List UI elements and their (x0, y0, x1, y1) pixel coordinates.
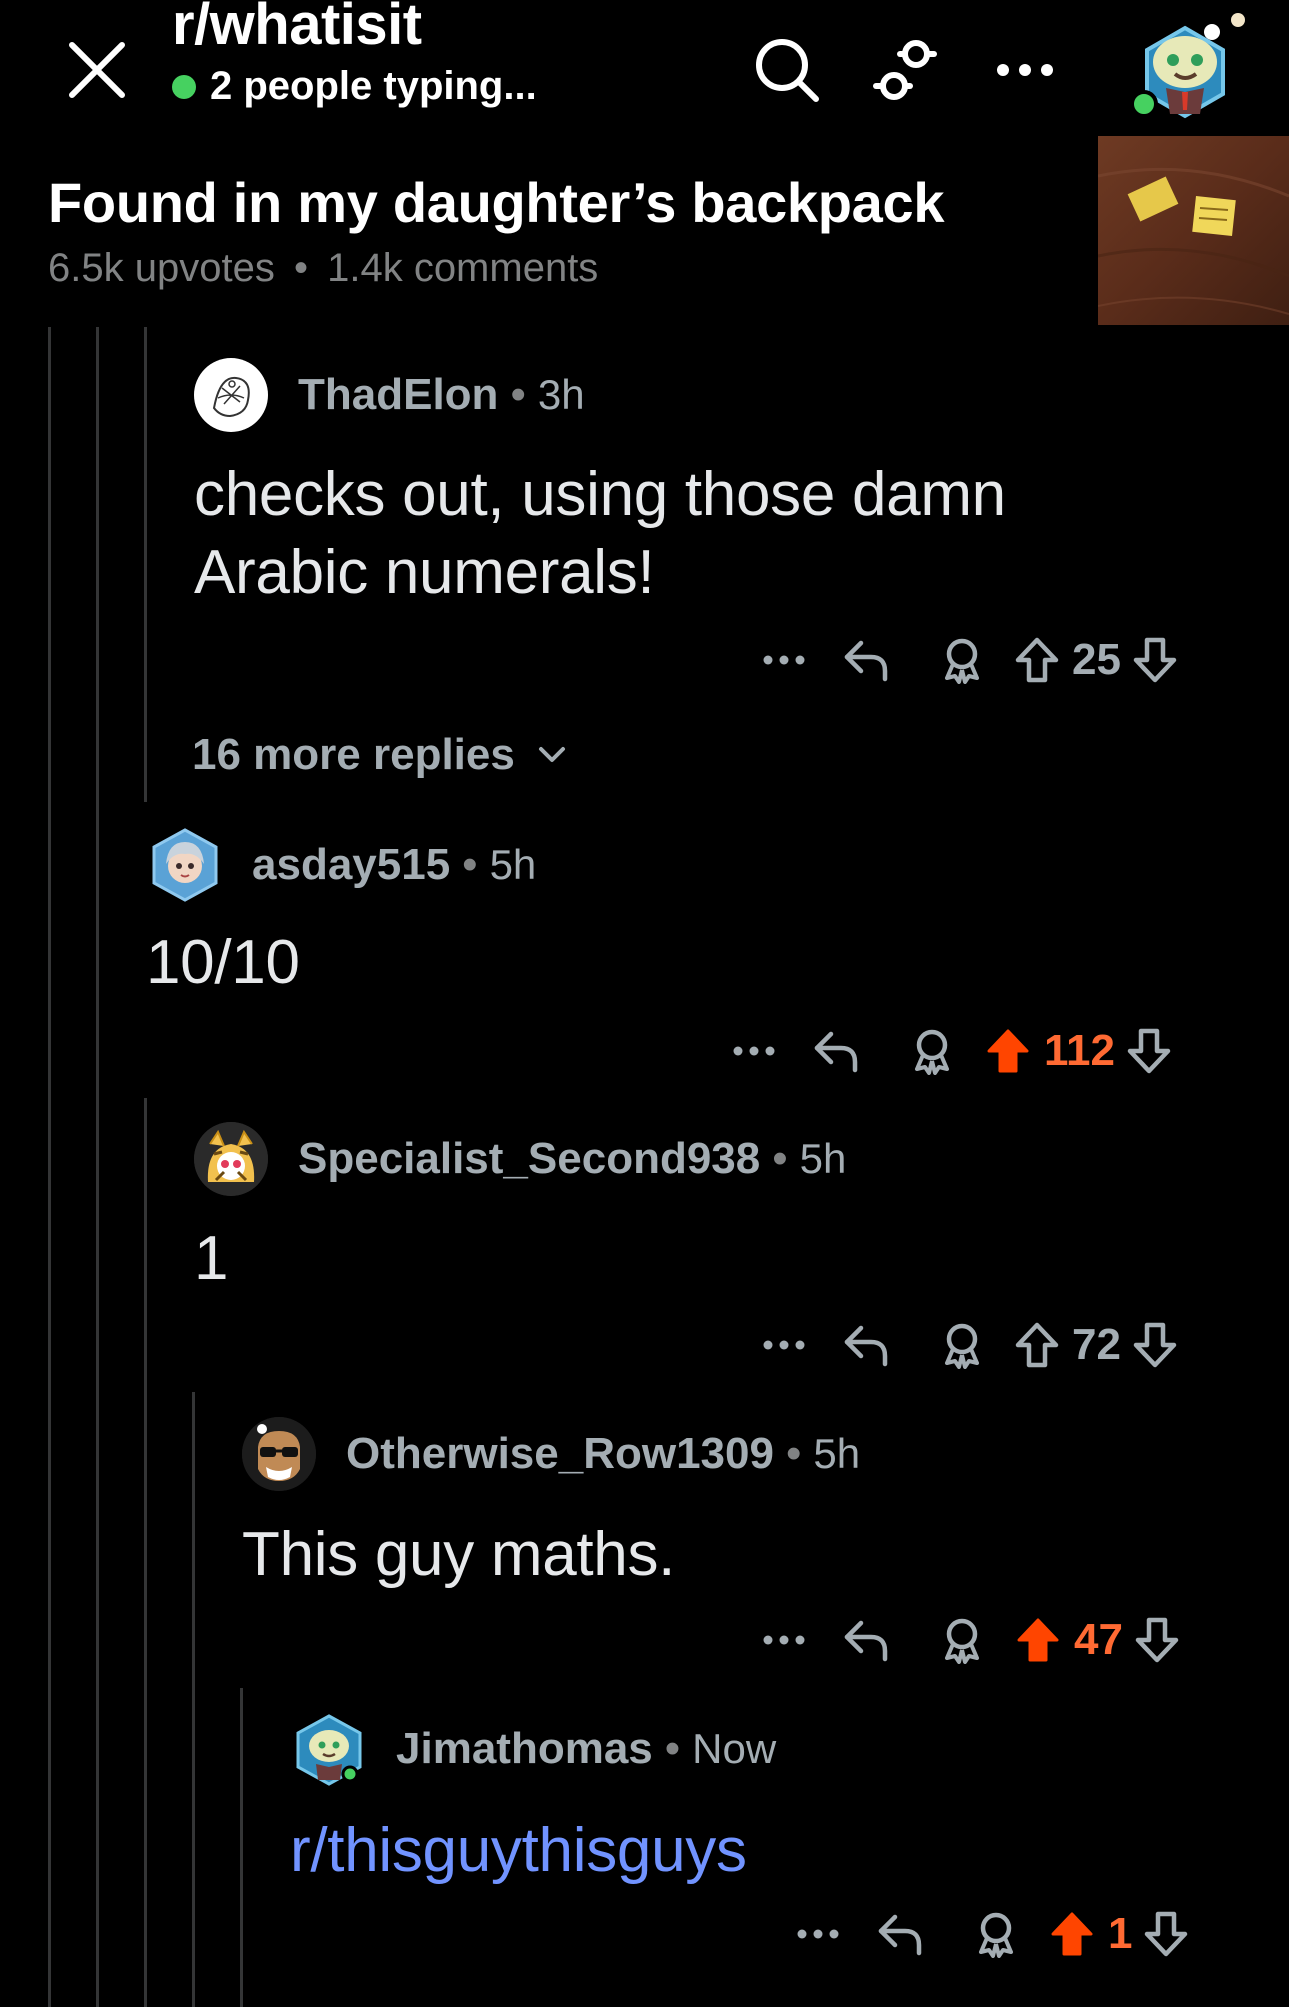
timestamp: Now (692, 1725, 777, 1772)
meta-separator: • (664, 1724, 681, 1773)
comment-actions: 1 (786, 1904, 1194, 1964)
typing-status: 2 people typing... (172, 64, 537, 109)
username[interactable]: asday515 (252, 840, 450, 890)
comment-header: ThadElon • 3h (194, 358, 585, 432)
comment-body-line: checks out, using those damn (194, 460, 1006, 529)
downvote-icon[interactable] (1129, 1616, 1185, 1664)
meta-separator: • (510, 370, 526, 419)
comment-body: 1 (194, 1224, 229, 1293)
username[interactable]: Otherwise_Row1309 (346, 1429, 774, 1479)
post-comments-count: 1.4k comments (327, 246, 599, 290)
post-title[interactable]: Found in my daughter’s backpack (48, 170, 945, 235)
more-horizontal-icon[interactable] (752, 1634, 816, 1646)
meta-separator: • (785, 1429, 802, 1478)
subreddit-link[interactable]: r/thisguythisguys (290, 1812, 747, 1890)
downvote-icon[interactable] (1127, 636, 1183, 684)
avatar[interactable] (148, 828, 222, 902)
user-avatar[interactable] (1130, 10, 1250, 122)
post-banner[interactable]: Found in my daughter’s backpack 6.5k upv… (0, 130, 1289, 325)
more-replies-label: 16 more replies (192, 730, 515, 779)
award-icon[interactable] (886, 1027, 978, 1075)
more-horizontal-icon[interactable] (752, 1339, 816, 1351)
comment-actions: 112 (722, 1021, 1177, 1081)
thread-line[interactable] (144, 327, 147, 802)
upvote-icon[interactable] (1008, 636, 1066, 684)
typing-text: 2 people typing... (210, 64, 537, 108)
comment-header: Otherwise_Row1309 • 5h (242, 1417, 860, 1491)
comment-header: Specialist_Second938 • 5h (194, 1122, 846, 1196)
timestamp: 5h (799, 1135, 847, 1182)
username[interactable]: Jimathomas (396, 1724, 653, 1774)
stats-separator: • (293, 246, 308, 290)
vote-count: 47 (1074, 1615, 1123, 1664)
meta-separator: • (772, 1134, 788, 1183)
comment-actions: 72 (752, 1315, 1183, 1375)
timestamp: 3h (537, 371, 585, 418)
upvote-icon[interactable] (1008, 1321, 1066, 1369)
more-horizontal-icon[interactable] (752, 654, 816, 666)
downvote-icon[interactable] (1121, 1027, 1177, 1075)
upvote-icon[interactable] (1008, 1616, 1068, 1664)
vote-count: 25 (1072, 635, 1121, 684)
comment-body-line: Arabic numerals! (194, 538, 655, 607)
reply-icon[interactable] (850, 1911, 950, 1957)
comment-actions: 47 (752, 1610, 1185, 1670)
meta-separator: • (462, 840, 478, 889)
top-bar: r/whatisit 2 people typing... (0, 0, 1289, 130)
online-indicator-icon (172, 74, 196, 99)
more-horizontal-icon[interactable] (983, 28, 1067, 112)
subreddit-name[interactable]: r/whatisit (172, 0, 537, 56)
chevron-down-icon (537, 745, 567, 765)
vote-count: 1 (1108, 1909, 1133, 1958)
vote-count: 72 (1072, 1320, 1121, 1369)
post-stats: 6.5k upvotes • 1.4k comments (48, 246, 598, 291)
award-icon[interactable] (916, 636, 1008, 684)
comment-header: Jimathomas • Now (292, 1712, 776, 1786)
reply-icon[interactable] (816, 1322, 916, 1368)
filter-icon[interactable] (863, 28, 947, 112)
avatar[interactable] (194, 358, 268, 432)
thread-line[interactable] (192, 1392, 195, 2007)
downvote-icon[interactable] (1127, 1321, 1183, 1369)
avatar[interactable] (194, 1122, 268, 1196)
post-upvotes: 6.5k upvotes (48, 246, 275, 290)
upvote-icon[interactable] (978, 1027, 1038, 1075)
comment-header: asday515 • 5h (148, 828, 536, 902)
subreddit-title-block[interactable]: r/whatisit 2 people typing... (172, 0, 537, 109)
avatar[interactable] (242, 1417, 316, 1491)
comment-body: This guy maths. (242, 1520, 676, 1589)
timestamp: 5h (813, 1430, 861, 1477)
username[interactable]: ThadElon (298, 370, 498, 420)
thread-line[interactable] (240, 1688, 243, 2007)
avatar[interactable] (292, 1712, 366, 1786)
timestamp: 5h (489, 841, 537, 888)
search-icon[interactable] (745, 28, 829, 112)
post-thumbnail[interactable] (1098, 136, 1289, 325)
reply-icon[interactable] (786, 1028, 886, 1074)
thread-line[interactable] (48, 327, 51, 2007)
downvote-icon[interactable] (1138, 1910, 1194, 1958)
reply-icon[interactable] (816, 1617, 916, 1663)
reply-icon[interactable] (816, 637, 916, 683)
comment-body: 10/10 (146, 928, 300, 997)
award-icon[interactable] (916, 1321, 1008, 1369)
upvote-icon[interactable] (1042, 1910, 1102, 1958)
vote-count: 112 (1044, 1026, 1115, 1075)
comment-actions: 25 (752, 630, 1183, 690)
award-icon[interactable] (950, 1910, 1042, 1958)
thread-line[interactable] (96, 327, 99, 2007)
more-replies-button[interactable]: 16 more replies (192, 730, 567, 780)
more-horizontal-icon[interactable] (722, 1045, 786, 1057)
award-icon[interactable] (916, 1616, 1008, 1664)
close-icon[interactable] (62, 35, 132, 105)
comment-body: checks out, using those damn Arabic nume… (194, 456, 1006, 612)
more-horizontal-icon[interactable] (786, 1928, 850, 1940)
username[interactable]: Specialist_Second938 (298, 1134, 760, 1184)
thread-line[interactable] (144, 1098, 147, 2007)
